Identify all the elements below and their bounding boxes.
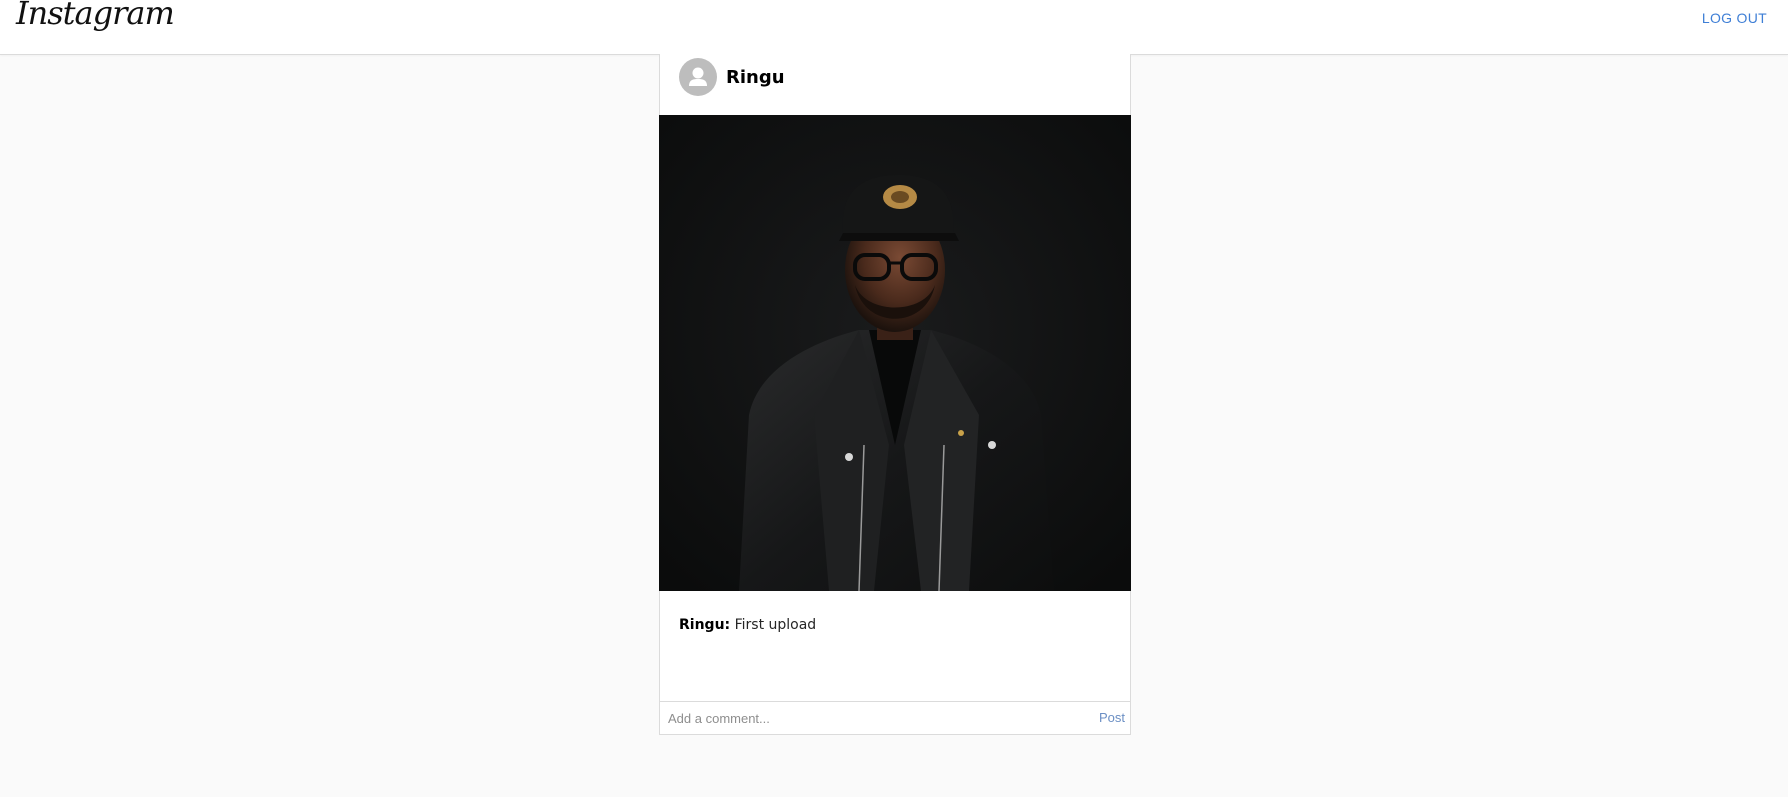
comment-form: Post: [660, 701, 1130, 735]
caption-username[interactable]: Ringu:: [679, 617, 730, 633]
post-username[interactable]: Ringu: [726, 67, 785, 88]
post-caption: Ringu: First upload: [679, 617, 816, 633]
caption-text: First upload: [734, 617, 817, 633]
comment-input[interactable]: [668, 707, 1068, 729]
logout-button[interactable]: LOG OUT: [1702, 10, 1767, 26]
post-image[interactable]: [659, 115, 1131, 591]
top-navbar: Instagram LOG OUT: [0, 0, 1788, 55]
post-comment-button[interactable]: Post: [1099, 710, 1125, 725]
post-card: Ringu Ringu: First upload Add a comment.…: [659, 54, 1131, 735]
post-header: Ringu: [660, 54, 1130, 114]
instagram-logo[interactable]: Instagram: [16, 0, 175, 35]
user-avatar-icon[interactable]: [679, 58, 717, 96]
